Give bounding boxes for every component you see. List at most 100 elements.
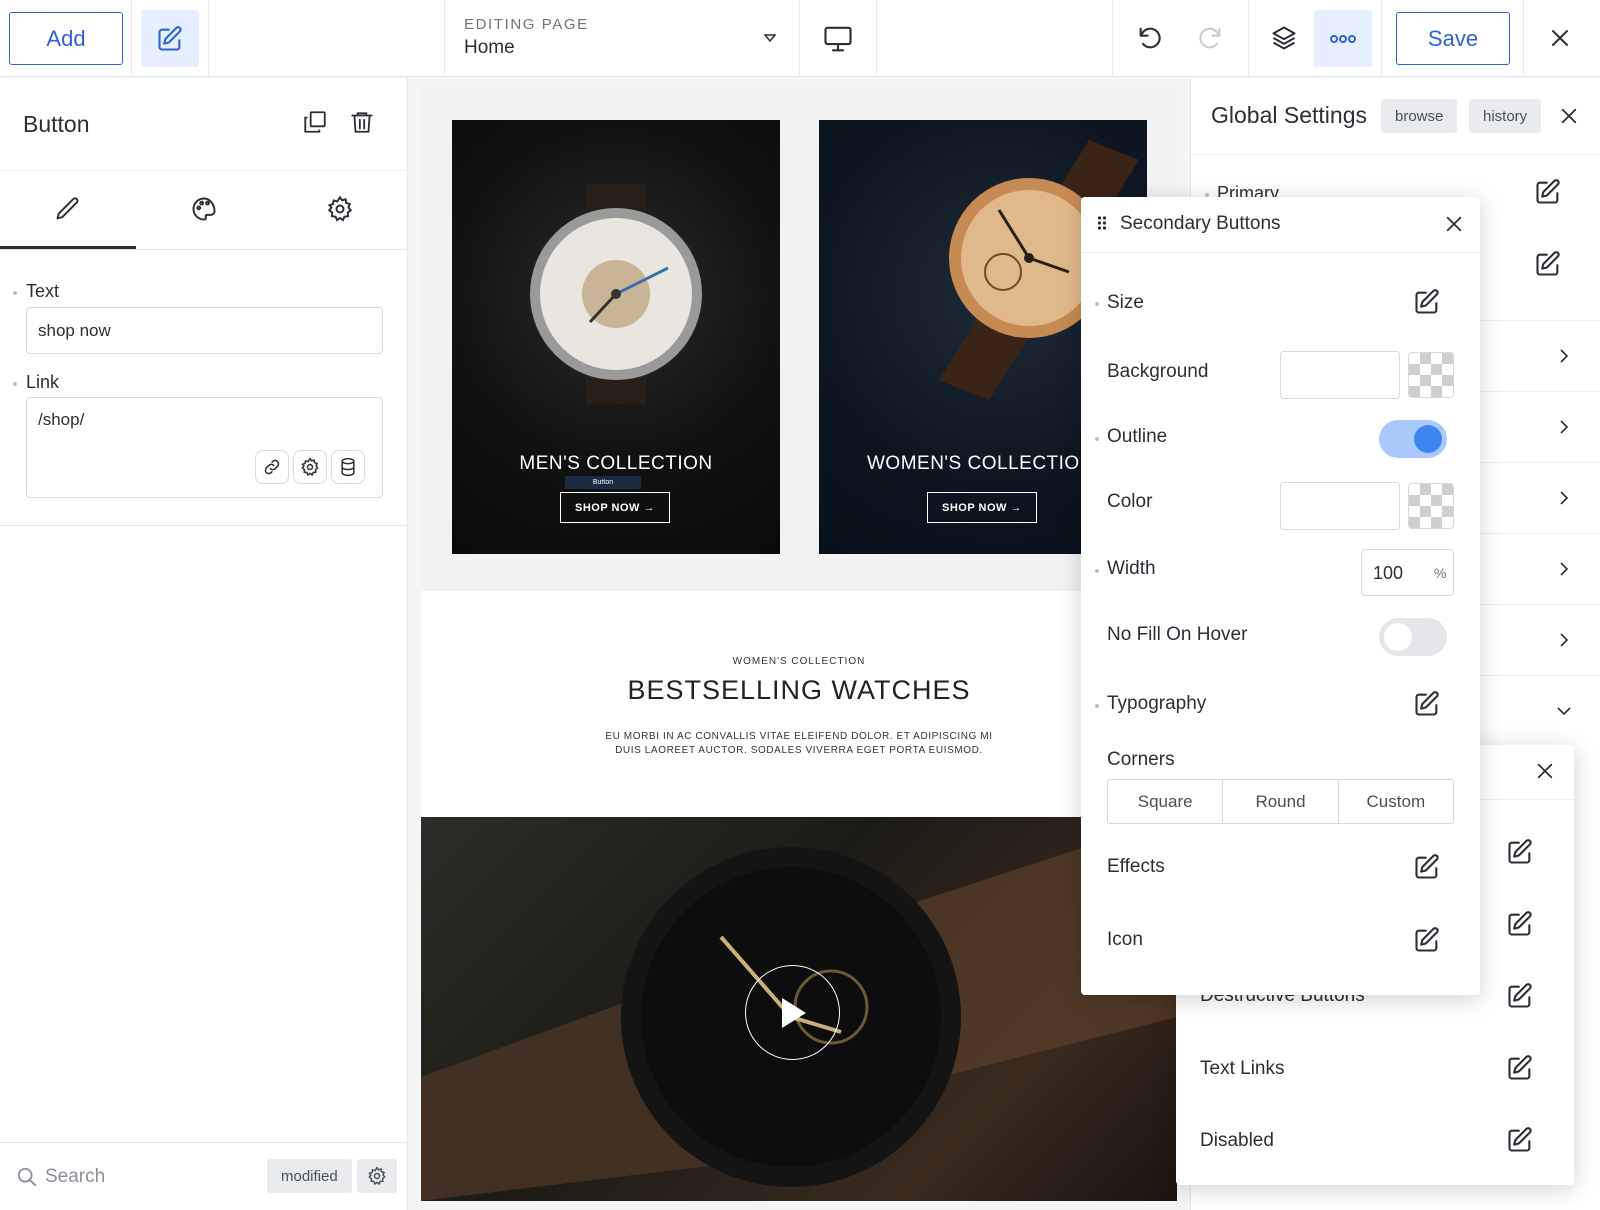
text-input[interactable]: shop now — [26, 307, 383, 354]
shop-now-button[interactable]: SHOP NOW → — [560, 492, 670, 523]
selection-badge[interactable]: Button — [565, 476, 641, 489]
width-value: 100 — [1373, 563, 1404, 583]
page-selector[interactable]: EDITING PAGE Home — [444, 0, 799, 77]
close-editor-button[interactable] — [1540, 18, 1580, 58]
no-fill-on-hover-label: No Fill On Hover — [1107, 624, 1248, 645]
browse-tag[interactable]: browse — [1381, 99, 1458, 133]
edit-icon[interactable] — [1413, 690, 1441, 718]
text-field-label: Text — [26, 281, 60, 301]
page-name: Home — [464, 37, 515, 58]
close-icon[interactable] — [1445, 215, 1463, 233]
more-options-button[interactable] — [1314, 10, 1372, 67]
undo-icon — [1136, 24, 1164, 52]
icon-label: Icon — [1107, 929, 1143, 950]
search-input[interactable]: Search — [45, 1166, 105, 1188]
pencil-icon — [54, 195, 82, 223]
chevron-right-icon[interactable] — [1559, 561, 1569, 577]
undo-button[interactable] — [1130, 15, 1170, 61]
edit-icon[interactable] — [1506, 982, 1534, 1010]
popup-title: Secondary Buttons — [1120, 213, 1281, 234]
play-icon — [780, 996, 808, 1030]
close-icon — [1550, 28, 1570, 48]
chevron-down-icon — [764, 33, 776, 43]
palette-icon — [190, 195, 218, 223]
edit-icon[interactable] — [1413, 926, 1441, 954]
chevron-right-icon[interactable] — [1559, 419, 1569, 435]
shop-now-button[interactable]: SHOP NOW → — [927, 492, 1037, 523]
gear-icon — [326, 195, 354, 223]
link-picker-button[interactable] — [255, 450, 289, 484]
color-swatch[interactable] — [1408, 483, 1454, 529]
disabled-label: Disabled — [1200, 1130, 1274, 1151]
edit-icon[interactable] — [1413, 853, 1441, 881]
card-title: MEN'S COLLECTION — [519, 453, 713, 474]
no-fill-on-hover-toggle[interactable] — [1379, 618, 1447, 656]
video-section[interactable] — [421, 817, 1177, 1201]
link-settings-button[interactable] — [293, 450, 327, 484]
corners-option-round[interactable]: Round — [1223, 780, 1339, 823]
section-body-line: DUIS LAOREET AUCTOR. SODALES VIVERRA EGE… — [615, 745, 983, 756]
edit-icon[interactable] — [1506, 910, 1534, 938]
background-label: Background — [1107, 361, 1209, 382]
database-icon — [338, 457, 358, 477]
background-color-input[interactable] — [1280, 351, 1400, 399]
trash-icon[interactable] — [349, 109, 375, 135]
link-input-value: /shop/ — [38, 410, 85, 429]
text-input-value: shop now — [38, 321, 111, 340]
close-icon[interactable] — [1536, 762, 1554, 780]
color-label: Color — [1107, 491, 1153, 512]
edit-icon[interactable] — [1534, 178, 1562, 206]
edit-mode-button[interactable] — [141, 10, 199, 67]
redo-button[interactable] — [1190, 15, 1230, 61]
tab-settings[interactable] — [272, 171, 408, 249]
edit-icon[interactable] — [1413, 288, 1441, 316]
section-kicker: WOMEN'S COLLECTION — [732, 656, 866, 667]
history-tag[interactable]: history — [1469, 99, 1542, 133]
layers-button[interactable] — [1264, 15, 1304, 61]
chevron-down-icon[interactable] — [1556, 706, 1572, 716]
color-input[interactable] — [1280, 482, 1400, 530]
outline-label: Outline — [1107, 426, 1168, 447]
secondary-buttons-popup: Secondary Buttons Size Background Outlin… — [1081, 197, 1480, 995]
close-icon[interactable] — [1560, 107, 1578, 125]
size-label: Size — [1107, 292, 1144, 313]
section-body-line: EU MORBI IN AC CONVALLIS VITAE ELEIFEND … — [605, 731, 993, 742]
edit-icon[interactable] — [1506, 1126, 1534, 1154]
watch-image — [530, 184, 702, 404]
add-button[interactable]: Add — [9, 12, 123, 65]
device-preview-button[interactable] — [800, 10, 875, 67]
save-button[interactable]: Save — [1396, 12, 1510, 65]
edit-icon[interactable] — [1534, 250, 1562, 278]
outline-toggle[interactable] — [1379, 420, 1447, 458]
link-field-label: Link — [26, 372, 60, 392]
chevron-right-icon[interactable] — [1559, 490, 1569, 506]
global-settings-title: Global Settings — [1211, 102, 1367, 128]
text-links-label: Text Links — [1200, 1058, 1285, 1079]
edit-icon[interactable] — [1506, 1054, 1534, 1082]
width-input[interactable]: 100 % — [1361, 549, 1454, 596]
play-button[interactable] — [745, 965, 840, 1060]
chevron-right-icon[interactable] — [1559, 632, 1569, 648]
link-textarea[interactable]: /shop/ — [26, 397, 383, 498]
edit-icon[interactable] — [1506, 838, 1534, 866]
section-title: BESTSELLING WATCHES — [627, 675, 971, 705]
drag-handle-icon[interactable] — [1097, 215, 1107, 231]
gear-icon — [300, 457, 320, 477]
duplicate-icon[interactable] — [302, 109, 328, 135]
corners-option-custom[interactable]: Custom — [1339, 780, 1453, 823]
search-settings-button[interactable] — [357, 1159, 397, 1193]
tab-content[interactable] — [0, 171, 136, 249]
modified-filter-tag[interactable]: modified — [267, 1159, 352, 1193]
background-color-swatch[interactable] — [1408, 352, 1454, 398]
tab-style[interactable] — [136, 171, 272, 249]
redo-icon — [1196, 24, 1224, 52]
corners-label: Corners — [1107, 749, 1175, 770]
layers-icon — [1270, 24, 1298, 52]
chevron-right-icon[interactable] — [1559, 348, 1569, 364]
dynamic-data-button[interactable] — [331, 450, 365, 484]
editing-page-caption: EDITING PAGE — [464, 16, 589, 33]
mens-collection-card[interactable]: MEN'S COLLECTION Button SHOP NOW → — [452, 120, 780, 554]
link-icon — [262, 457, 282, 477]
corners-option-square[interactable]: Square — [1108, 780, 1224, 823]
width-label: Width — [1107, 558, 1156, 579]
